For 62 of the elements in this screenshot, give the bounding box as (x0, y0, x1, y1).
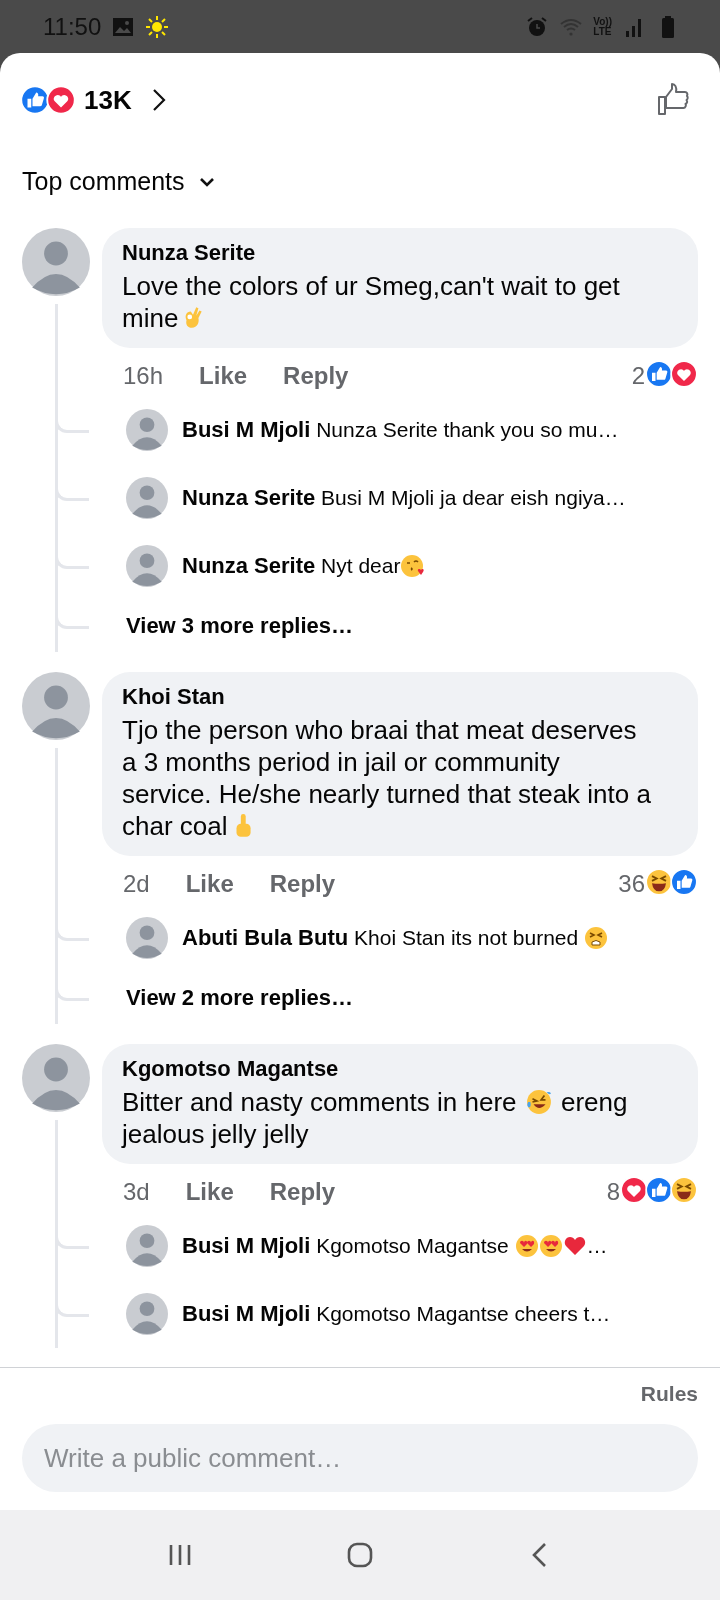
avatar[interactable] (22, 1044, 90, 1112)
reply-text: Nunza Serite Nyt dear (182, 553, 425, 579)
author-name[interactable]: Kgomotso Magantse (122, 1056, 678, 1082)
like-reaction-icon (20, 85, 50, 115)
author-name[interactable]: Nunza Serite (122, 240, 678, 266)
like-icon[interactable] (656, 82, 692, 118)
love-reaction-icon (46, 85, 76, 115)
comment-text: Love the colors of ur Smeg,can't wait to get mine (122, 270, 621, 334)
heart-eyes-face-icon (514, 1234, 539, 1258)
crying-laughing-face-icon (525, 1089, 552, 1115)
like-link[interactable]: Like (199, 362, 248, 390)
reply-text: Busi M Mjoli Nunza Serite thank you so mu… (182, 417, 619, 443)
avatar[interactable] (126, 545, 168, 587)
like-reaction-icon (645, 1176, 673, 1204)
rules-link[interactable]: Rules (640, 1382, 698, 1406)
network-label: LTE (593, 26, 612, 37)
laughing-face-icon (645, 868, 673, 896)
network-label: Vo)) (593, 16, 612, 27)
sort-dropdown[interactable]: Top comments (22, 167, 215, 196)
reactions-summary[interactable]: 13K (20, 84, 166, 116)
reply-link[interactable]: Reply (269, 870, 336, 898)
reply-link[interactable]: Reply (269, 1178, 336, 1206)
avatar[interactable] (22, 228, 90, 296)
kiss-face-icon (400, 554, 425, 578)
avatar[interactable] (22, 672, 90, 740)
clock-time: 11:50 (43, 12, 102, 41)
home-icon[interactable] (346, 1541, 374, 1569)
avatar[interactable] (126, 1293, 168, 1335)
comment-text: Bitter and nasty comments in here ereng jealous jelly jelly (122, 1086, 629, 1150)
reaction-count[interactable]: 8 (606, 1176, 698, 1208)
reply-text: Busi M Mjoli Kgomotso Magantse … (182, 1233, 608, 1259)
love-reaction-icon (620, 1176, 648, 1204)
chevron-right-icon (151, 88, 166, 112)
comment-time: 2d (123, 870, 150, 898)
reaction-count[interactable]: 36 (618, 868, 698, 900)
like-link[interactable]: Like (185, 870, 234, 898)
like-reaction-icon (645, 360, 673, 388)
comment-text: Tjo the person who braai that meat deserves a 3 months period in jail or community service. He/she nearly turned that steak into a char coal (122, 714, 652, 842)
reply-link[interactable]: Reply (283, 362, 349, 390)
love-reaction-icon (670, 360, 698, 388)
reply-text: Busi M Mjoli Kgomotso Magantse cheers t… (182, 1301, 611, 1327)
avatar[interactable] (126, 1225, 168, 1267)
squinting-face-icon (584, 926, 609, 950)
view-more-replies-link[interactable]: View 3 more replies… (126, 613, 354, 639)
comment-time: 16h (123, 362, 164, 390)
laughing-face-icon (670, 1176, 698, 1204)
like-link[interactable]: Like (185, 1178, 234, 1206)
like-reaction-icon (670, 868, 698, 896)
reply-text: Abuti Bula Butu Khoi Stan its not burned (182, 925, 609, 951)
caret-icon (198, 176, 215, 187)
heart-icon (562, 1234, 587, 1258)
reaction-count[interactable]: 2 (631, 360, 698, 392)
view-more-replies-link[interactable]: View 2 more replies… (126, 985, 354, 1011)
comment-time: 3d (123, 1178, 150, 1206)
comment-field[interactable]: Write a public comment… (22, 1424, 698, 1492)
author-name[interactable]: Khoi Stan (122, 684, 678, 710)
sun-icon (145, 14, 170, 39)
avatar[interactable] (126, 477, 168, 519)
heart-eyes-face-icon (538, 1234, 563, 1258)
reply-text: Nunza Serite Busi M Mjoli ja dear eish ngiya… (182, 485, 626, 511)
avatar[interactable] (126, 917, 168, 959)
avatar[interactable] (126, 409, 168, 451)
